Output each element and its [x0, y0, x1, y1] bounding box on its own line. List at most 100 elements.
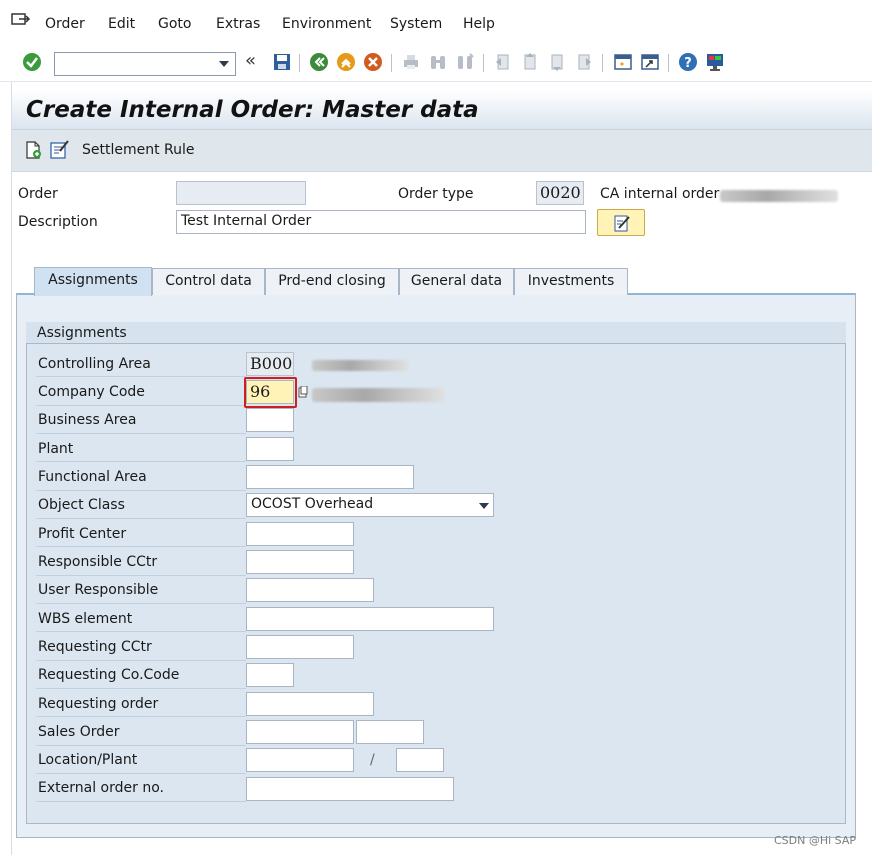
object-class-value: OCOST Overhead — [251, 496, 374, 512]
row-divider — [36, 433, 246, 434]
menu-bar: Order Edit Goto Extras Environment Syste… — [0, 0, 872, 44]
wbs-element-field[interactable] — [246, 607, 494, 631]
prev-page-icon[interactable] — [520, 52, 540, 72]
object-class-label: Object Class — [38, 497, 125, 513]
business-area-label: Business Area — [38, 412, 137, 428]
redacted-text — [312, 360, 408, 371]
tab-control-data[interactable]: Control data — [152, 268, 265, 295]
requesting-order-field[interactable] — [246, 692, 374, 716]
order-type-field: 0020 — [536, 181, 584, 205]
requesting-co-code-field[interactable] — [246, 663, 294, 687]
requesting-cctr-label: Requesting CCtr — [38, 639, 152, 655]
order-type-text: CA internal order - — [600, 186, 729, 202]
enter-icon[interactable] — [22, 52, 42, 72]
external-order-no-field[interactable] — [246, 777, 454, 801]
external-order-no-label: External order no. — [38, 780, 164, 796]
row-divider — [36, 461, 246, 462]
page-title: Create Internal Order: Master data — [26, 97, 479, 123]
row-divider — [36, 716, 246, 717]
menu-goto[interactable]: Goto — [158, 16, 191, 32]
tab-assignments[interactable]: Assignments — [34, 267, 152, 296]
find-next-icon[interactable] — [455, 52, 475, 72]
object-class-select[interactable]: OCOST Overhead — [246, 493, 494, 517]
help-icon[interactable]: ? — [678, 52, 698, 72]
responsible-cctr-field[interactable] — [246, 550, 354, 574]
menu-environment[interactable]: Environment — [282, 16, 371, 32]
menu-order[interactable]: Order — [45, 16, 85, 32]
wbs-element-label: WBS element — [38, 611, 133, 627]
responsible-cctr-label: Responsible CCtr — [38, 554, 158, 570]
company-code-label: Company Code — [38, 384, 145, 400]
tab-prd-end-closing[interactable]: Prd-end closing — [265, 268, 399, 295]
tab-general-data[interactable]: General data — [399, 268, 514, 295]
row-divider — [36, 546, 246, 547]
plant-label: Plant — [38, 441, 74, 457]
sales-order-field[interactable] — [246, 720, 354, 744]
collapse-command-icon[interactable]: « — [245, 50, 256, 71]
settlement-rule-icon[interactable] — [48, 138, 70, 160]
plant-field[interactable] — [246, 437, 294, 461]
focus-indicator — [244, 377, 297, 408]
row-divider — [36, 631, 246, 632]
last-page-icon[interactable] — [574, 52, 594, 72]
row-divider — [36, 490, 246, 491]
menu-help[interactable]: Help — [463, 16, 495, 32]
next-page-icon[interactable] — [547, 52, 567, 72]
profit-center-label: Profit Center — [38, 526, 127, 542]
chevron-down-icon[interactable] — [479, 503, 489, 509]
left-strip — [0, 82, 12, 855]
long-text-button[interactable] — [597, 209, 645, 236]
location-field[interactable] — [246, 748, 354, 772]
requesting-order-label: Requesting order — [38, 696, 159, 712]
command-field[interactable] — [54, 52, 236, 76]
menu-edit[interactable]: Edit — [108, 16, 135, 32]
requesting-cctr-field[interactable] — [246, 635, 354, 659]
tab-investments[interactable]: Investments — [514, 268, 628, 295]
customize-layout-icon[interactable] — [705, 52, 725, 72]
row-divider — [36, 575, 246, 576]
menu-system[interactable]: System — [390, 16, 442, 32]
profit-center-field[interactable] — [246, 522, 354, 546]
first-page-icon[interactable] — [493, 52, 513, 72]
functional-area-label: Functional Area — [38, 469, 147, 485]
back-icon[interactable] — [309, 52, 329, 72]
application-toolbar: Settlement Rule — [12, 130, 872, 172]
requesting-co-code-label: Requesting Co.Code — [38, 667, 180, 683]
business-area-field[interactable] — [246, 408, 294, 432]
cancel-icon[interactable] — [363, 52, 383, 72]
separator — [668, 54, 669, 72]
location-separator: / — [370, 752, 375, 768]
row-divider — [36, 660, 246, 661]
user-responsible-field[interactable] — [246, 578, 374, 602]
separator — [299, 54, 300, 72]
shortcut-icon[interactable] — [640, 52, 660, 72]
row-divider — [36, 801, 246, 802]
find-icon[interactable] — [428, 52, 448, 72]
exit-icon[interactable] — [336, 52, 356, 72]
print-icon[interactable] — [401, 52, 421, 72]
redacted-text — [720, 190, 838, 202]
sales-order-item-field[interactable] — [356, 720, 424, 744]
group-header — [26, 322, 846, 344]
save-icon[interactable] — [272, 52, 292, 72]
location-plant-field[interactable] — [396, 748, 444, 772]
row-divider — [36, 603, 246, 604]
create-session-icon[interactable] — [613, 52, 633, 72]
order-type-label: Order type — [398, 186, 474, 202]
description-label: Description — [18, 214, 98, 230]
sales-order-label: Sales Order — [38, 724, 120, 740]
menu-extras[interactable]: Extras — [216, 16, 260, 32]
edit-icon — [614, 215, 630, 232]
new-document-icon[interactable] — [23, 140, 43, 160]
separator — [483, 54, 484, 72]
row-divider — [36, 405, 246, 406]
title-bar: Create Internal Order: Master data — [12, 90, 872, 130]
row-divider — [36, 745, 246, 746]
menu-icon[interactable] — [11, 13, 31, 29]
chevron-down-icon[interactable] — [219, 61, 229, 67]
search-help-icon[interactable] — [298, 386, 308, 398]
description-field[interactable]: Test Internal Order — [176, 210, 586, 234]
user-responsible-label: User Responsible — [38, 582, 159, 598]
functional-area-field[interactable] — [246, 465, 414, 489]
settlement-rule-button[interactable]: Settlement Rule — [82, 142, 195, 158]
